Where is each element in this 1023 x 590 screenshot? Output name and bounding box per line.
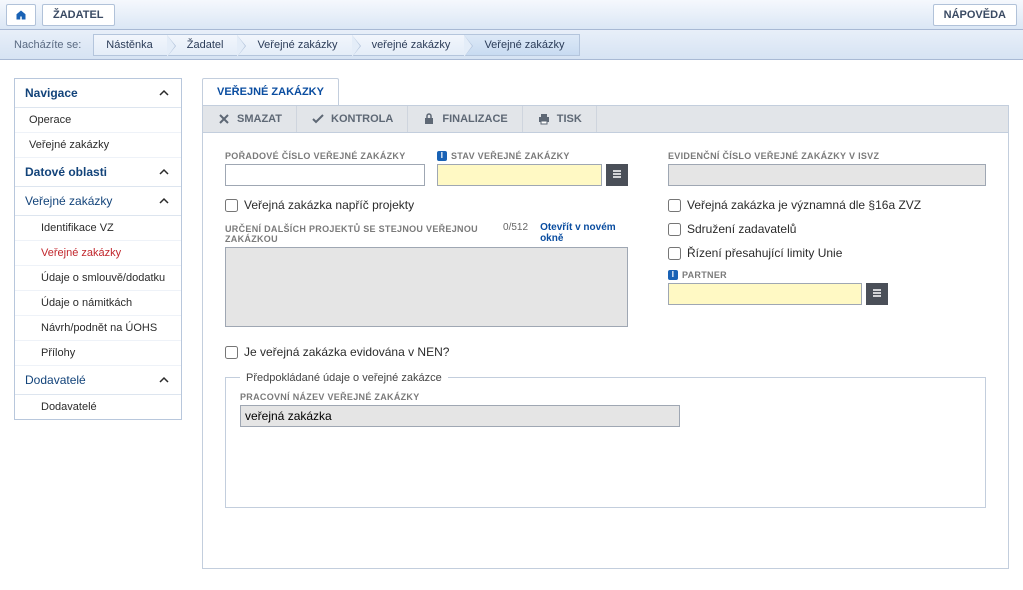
chevron-up-icon	[157, 373, 171, 387]
zakazka-napric-checkbox[interactable]	[225, 199, 238, 212]
rail-head-verejne-zakazky[interactable]: Veřejné zakázky	[15, 187, 181, 216]
evidencni-input	[668, 164, 986, 186]
breadcrumb-item-current: Veřejné zakázky	[464, 34, 579, 56]
fieldset-legend: Předpokládané údaje o veřejné zakázce	[240, 372, 448, 384]
top-bar: ŽADATEL NÁPOVĚDA	[0, 0, 1023, 30]
rizeni-unie-label: Řízení přesahující limity Unie	[687, 246, 842, 260]
chevron-up-icon	[157, 86, 171, 100]
kontrola-label: KONTROLA	[331, 113, 393, 125]
sidebar-item-udaje-namitky[interactable]: Údaje o námitkách	[15, 291, 181, 316]
stav-input[interactable]	[437, 164, 602, 186]
home-icon	[15, 8, 27, 22]
pracovni-nazev-input	[240, 405, 680, 427]
sidebar-item-verejne-zakazky[interactable]: Veřejné zakázky	[15, 241, 181, 266]
info-icon: i	[437, 151, 447, 161]
chevron-up-icon	[157, 165, 171, 179]
sdruzeni-checkbox[interactable]	[668, 223, 681, 236]
toolbar: SMAZAT KONTROLA FINALIZACE TISK	[202, 105, 1009, 133]
chevron-up-icon	[157, 194, 171, 208]
sidebar-item-dodavatele[interactable]: Dodavatelé	[15, 395, 181, 419]
urceni-open-link[interactable]: Otevřít v novém okně	[540, 222, 628, 244]
zakazka-vyznamna-label: Veřejná zakázka je významná dle §16a ZVZ	[687, 198, 921, 212]
tab-verejne-zakazky[interactable]: VEŘEJNÉ ZAKÁZKY	[202, 78, 339, 105]
breadcrumb-item-zadatel[interactable]: Žadatel	[167, 34, 238, 56]
smazat-label: SMAZAT	[237, 113, 282, 125]
rail-head-datove[interactable]: Datové oblasti	[15, 158, 181, 187]
pracovni-nazev-label: PRACOVNÍ NÁZEV VEŘEJNÉ ZAKÁZKY	[240, 392, 680, 402]
tisk-button[interactable]: TISK	[523, 106, 597, 132]
partner-input[interactable]	[668, 283, 862, 305]
evidovana-nen-checkbox[interactable]	[225, 346, 238, 359]
breadcrumb-item-nastenka[interactable]: Nástěnka	[93, 34, 166, 56]
info-icon: i	[668, 270, 678, 280]
delete-icon	[217, 112, 231, 126]
breadcrumb-prefix: Nacházíte se:	[14, 39, 81, 51]
sidebar-item-identifikace-vz[interactable]: Identifikace VZ	[15, 216, 181, 241]
kontrola-button[interactable]: KONTROLA	[297, 106, 408, 132]
finalizace-button[interactable]: FINALIZACE	[408, 106, 522, 132]
breadcrumb-item-verejne-zakazky[interactable]: Veřejné zakázky	[237, 34, 351, 56]
rail-head-vz-label: Veřejné zakázky	[25, 194, 112, 208]
rail-head-navigace[interactable]: Navigace	[15, 79, 181, 108]
rizeni-unie-checkbox[interactable]	[668, 247, 681, 260]
partner-lookup-button[interactable]	[866, 283, 888, 305]
evidovana-nen-label: Je veřejná zakázka evidována v NEN?	[244, 345, 449, 359]
urceni-textarea[interactable]	[225, 247, 628, 327]
list-icon	[611, 168, 623, 183]
check-icon	[311, 112, 325, 126]
rail-head-datove-label: Datové oblasti	[25, 165, 107, 179]
stav-lookup-button[interactable]	[606, 164, 628, 186]
urceni-count: 0/512	[503, 222, 528, 244]
lock-icon	[422, 112, 436, 126]
poradove-label: POŘADOVÉ ČÍSLO VEŘEJNÉ ZAKÁZKY	[225, 151, 425, 161]
rail-head-dodavatele[interactable]: Dodavatelé	[15, 366, 181, 395]
sdruzeni-label: Sdružení zadavatelů	[687, 222, 796, 236]
form-area: POŘADOVÉ ČÍSLO VEŘEJNÉ ZAKÁZKY i STAV VE…	[202, 133, 1009, 569]
list-icon	[871, 287, 883, 302]
sidebar-item-prilohy[interactable]: Přílohy	[15, 341, 181, 366]
finalizace-label: FINALIZACE	[442, 113, 507, 125]
napoveda-button[interactable]: NÁPOVĚDA	[933, 4, 1017, 26]
left-rail: Navigace Operace Veřejné zakázky Datové …	[14, 78, 182, 420]
zakazka-vyznamna-checkbox[interactable]	[668, 199, 681, 212]
fieldset-predpokladane: Předpokládané údaje o veřejné zakázce PR…	[225, 377, 986, 508]
sidebar-item-operace[interactable]: Operace	[15, 108, 181, 133]
print-icon	[537, 112, 551, 126]
zadatel-button[interactable]: ŽADATEL	[42, 4, 115, 26]
home-button[interactable]	[6, 4, 36, 26]
zakazka-napric-label: Veřejná zakázka napříč projekty	[244, 198, 414, 212]
poradove-input[interactable]	[225, 164, 425, 186]
partner-label: i PARTNER	[668, 270, 888, 280]
rail-head-dodavatele-label: Dodavatelé	[25, 373, 86, 387]
stav-label: i STAV VEŘEJNÉ ZAKÁZKY	[437, 151, 628, 161]
sidebar-item-udaje-smlouva[interactable]: Údaje o smlouvě/dodatku	[15, 266, 181, 291]
tisk-label: TISK	[557, 113, 582, 125]
smazat-button[interactable]: SMAZAT	[203, 106, 297, 132]
sidebar-item-navrh-uohs[interactable]: Návrh/podnět na ÚOHS	[15, 316, 181, 341]
evidencni-label: EVIDENČNÍ ČÍSLO VEŘEJNÉ ZAKÁZKY V ISVZ	[668, 151, 986, 161]
breadcrumb: Nacházíte se: Nástěnka Žadatel Veřejné z…	[0, 30, 1023, 60]
sidebar-item-verejne-zakazky-top[interactable]: Veřejné zakázky	[15, 133, 181, 158]
rail-head-navigace-label: Navigace	[25, 86, 78, 100]
breadcrumb-item-verejne-zakazky-lc[interactable]: veřejné zakázky	[352, 34, 465, 56]
urceni-label: URČENÍ DALŠÍCH PROJEKTŮ SE STEJNOU VEŘEJ…	[225, 224, 503, 244]
